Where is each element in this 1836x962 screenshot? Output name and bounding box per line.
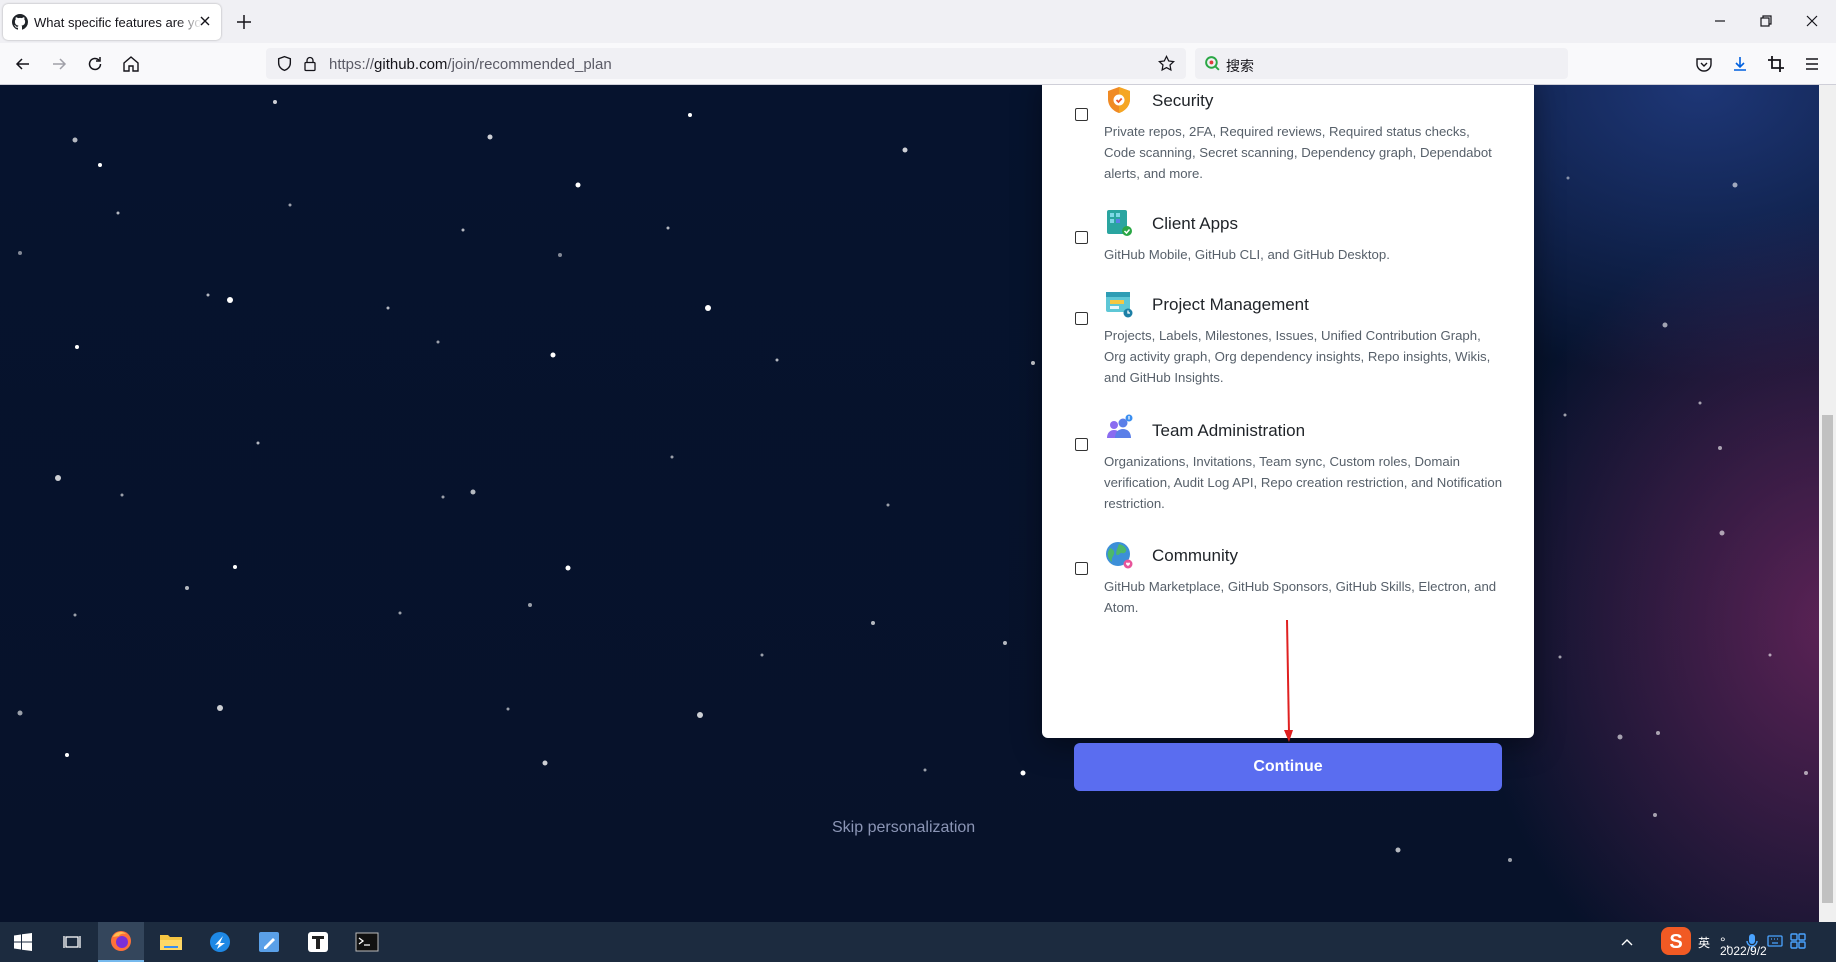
client-apps-icon <box>1107 210 1132 236</box>
close-window-icon[interactable] <box>1801 10 1823 32</box>
skip-personalization-link[interactable]: Skip personalization <box>832 819 975 837</box>
ime-toolbox-icon[interactable] <box>1790 933 1806 949</box>
menu-hamburger-icon[interactable] <box>1802 54 1822 74</box>
typora-t-icon <box>308 932 328 952</box>
project-management-checkbox[interactable] <box>1075 312 1088 325</box>
task-view-button[interactable] <box>49 922 95 962</box>
feature-description: Projects, Labels, Milestones, Issues, Un… <box>1104 328 1491 385</box>
new-tab-icon[interactable] <box>234 12 254 32</box>
starfield-background <box>17 100 1808 862</box>
reload-icon[interactable] <box>85 54 105 74</box>
feature-name: Client Apps <box>1152 214 1238 233</box>
url-domain: github.com <box>374 56 448 73</box>
firefox-icon <box>111 931 131 951</box>
feature-name: Team Administration <box>1152 421 1306 440</box>
url-text: https://github.com/join/recommended_plan <box>329 56 612 73</box>
feature-name: Community <box>1152 546 1238 565</box>
search-placeholder: 搜索 <box>1226 58 1254 74</box>
lock-icon[interactable] <box>302 55 318 72</box>
shield-icon <box>1108 87 1130 113</box>
taskbar-editor-app[interactable] <box>246 922 292 962</box>
app-bird-icon <box>210 932 230 952</box>
tray-overflow-chevron-icon[interactable] <box>1620 936 1634 948</box>
ime-language-indicator[interactable]: 英 <box>1698 922 1710 962</box>
terminal-icon <box>355 932 379 952</box>
tab-strip: What specific features are you <box>0 0 1836 43</box>
windows-logo-icon <box>14 933 32 951</box>
bookmark-star-icon[interactable] <box>1157 54 1176 73</box>
page-scrollbar[interactable] <box>1819 85 1836 922</box>
feature-description: GitHub Marketplace, GitHub Sponsors, Git… <box>1104 579 1497 615</box>
browser-tab-active[interactable]: What specific features are you <box>3 4 221 40</box>
feature-name: Project Management <box>1152 295 1309 314</box>
security-checkbox[interactable] <box>1075 108 1088 121</box>
taskbar-firefox[interactable] <box>98 922 144 962</box>
continue-button[interactable]: Continue <box>1074 743 1502 791</box>
start-button[interactable] <box>0 922 46 962</box>
search-engine-icon[interactable] <box>1204 55 1221 72</box>
screenshot-crop-icon[interactable] <box>1766 54 1786 74</box>
project-board-icon <box>1106 292 1133 318</box>
scrollbar-thumb[interactable] <box>1822 415 1833 903</box>
globe-icon <box>1106 542 1133 569</box>
team-icon <box>1107 414 1133 438</box>
downloads-icon[interactable] <box>1730 54 1750 74</box>
taskbar-feishu-app[interactable] <box>197 922 243 962</box>
home-icon[interactable] <box>121 54 141 74</box>
restore-icon[interactable] <box>1755 10 1777 32</box>
editor-app-icon <box>259 932 279 952</box>
taskbar-date[interactable]: 2022/9/2 <box>1720 944 1767 958</box>
client-apps-checkbox[interactable] <box>1075 231 1088 244</box>
keyboard-icon[interactable] <box>1767 934 1783 948</box>
team-administration-checkbox[interactable] <box>1075 438 1088 451</box>
svg-text:S: S <box>1669 931 1682 953</box>
taskbar-file-explorer[interactable] <box>148 922 194 962</box>
close-tab-icon[interactable] <box>197 13 213 29</box>
tracking-protection-icon[interactable] <box>276 55 293 72</box>
feature-name: Security <box>1152 91 1214 110</box>
address-bar[interactable]: https://github.com/join/recommended_plan <box>266 48 1186 79</box>
url-scheme: https:// <box>329 56 375 73</box>
search-bar[interactable]: 搜索 <box>1195 48 1568 79</box>
community-checkbox[interactable] <box>1075 562 1088 575</box>
url-path: /join/recommended_plan <box>447 56 612 73</box>
feature-description: GitHub Mobile, GitHub CLI, and GitHub De… <box>1104 247 1390 262</box>
windows-taskbar: S 英 °, 2022/9/2 <box>0 922 1836 962</box>
forward-icon[interactable] <box>49 54 69 74</box>
page-viewport: Security Private repos, 2FA, Required re… <box>0 85 1819 922</box>
folder-icon <box>160 935 182 950</box>
minimize-icon[interactable] <box>1709 10 1731 32</box>
taskbar-typora[interactable] <box>295 922 341 962</box>
red-annotation-arrow <box>1284 620 1293 742</box>
back-icon[interactable] <box>13 54 33 74</box>
pocket-icon[interactable] <box>1694 54 1714 74</box>
navigation-toolbar: https://github.com/join/recommended_plan… <box>0 43 1836 85</box>
feature-description: Organizations, Invitations, Team sync, C… <box>1104 454 1503 511</box>
github-logo-icon <box>12 14 28 30</box>
sogou-ime-icon[interactable]: S <box>1660 926 1692 956</box>
feature-description: Private repos, 2FA, Required reviews, Re… <box>1104 124 1492 181</box>
taskbar-terminal[interactable] <box>344 922 390 962</box>
task-view-icon <box>63 936 81 948</box>
tab-title: What specific features are you <box>34 14 202 30</box>
